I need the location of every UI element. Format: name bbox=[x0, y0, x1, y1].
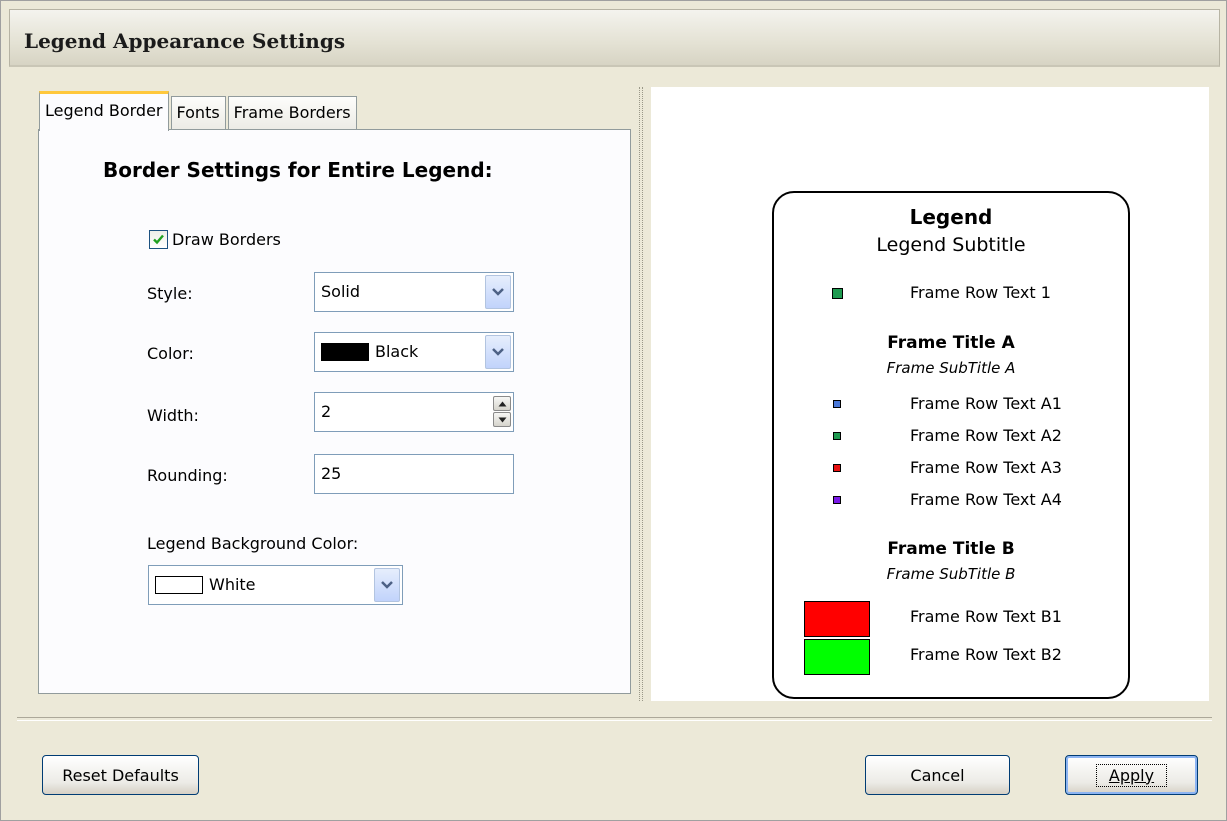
apply-label: Apply bbox=[1095, 763, 1168, 787]
style-dropdown-button[interactable] bbox=[485, 275, 511, 309]
legend-subtitle: Legend Subtitle bbox=[876, 234, 1026, 256]
legend-row-text: Frame Row Text A4 bbox=[910, 490, 1062, 509]
apply-button[interactable]: Apply bbox=[1065, 755, 1198, 795]
legend-title: Legend bbox=[909, 205, 993, 229]
legend-row: Frame Row Text 1 bbox=[774, 281, 1128, 305]
background-color-select[interactable]: White bbox=[148, 565, 403, 605]
color-swatch bbox=[321, 342, 369, 361]
legend-row: Frame Row Text A1 bbox=[774, 392, 1128, 416]
reset-defaults-button[interactable]: Reset Defaults bbox=[42, 755, 199, 795]
style-select[interactable]: Solid bbox=[314, 272, 514, 312]
chevron-down-icon bbox=[492, 348, 504, 356]
tab-legend-border[interactable]: Legend Border bbox=[39, 91, 169, 131]
cancel-button[interactable]: Cancel bbox=[865, 755, 1010, 795]
tab-strip: Legend Border Fonts Frame Borders bbox=[39, 90, 359, 131]
frame-subtitle-b: Frame SubTitle B bbox=[886, 565, 1016, 583]
legend-row: Frame Row Text A3 bbox=[774, 456, 1128, 480]
arrow-down-icon bbox=[498, 417, 506, 422]
width-label: Width: bbox=[147, 406, 199, 425]
frame-title-a: Frame Title A bbox=[887, 333, 1015, 353]
legend-row-text: Frame Row Text A1 bbox=[910, 394, 1062, 413]
color-dropdown-button[interactable] bbox=[485, 335, 511, 369]
style-value: Solid bbox=[321, 282, 360, 301]
reset-defaults-label: Reset Defaults bbox=[62, 765, 179, 785]
legend-row: Frame Row Text B1 bbox=[774, 601, 1128, 637]
style-label: Style: bbox=[147, 284, 193, 303]
frame-title-b: Frame Title B bbox=[887, 539, 1015, 559]
rounding-input[interactable]: 25 bbox=[314, 454, 514, 494]
legend-marker bbox=[833, 464, 841, 472]
legend-marker bbox=[833, 496, 841, 504]
background-value: White bbox=[209, 575, 256, 594]
chevron-down-icon bbox=[492, 288, 504, 296]
width-spinner[interactable]: 2 bbox=[314, 392, 514, 432]
checkmark-icon bbox=[153, 234, 164, 245]
legend-row-text: Frame Row Text B2 bbox=[910, 645, 1062, 664]
legend-marker bbox=[804, 639, 870, 675]
tab-frame-borders[interactable]: Frame Borders bbox=[227, 96, 357, 130]
spin-down-button[interactable] bbox=[493, 412, 511, 427]
background-color-label: Legend Background Color: bbox=[147, 534, 359, 553]
width-value: 2 bbox=[321, 402, 332, 421]
title-bar: Legend Appearance Settings bbox=[9, 9, 1220, 67]
color-label: Color: bbox=[147, 344, 194, 363]
color-value: Black bbox=[375, 342, 419, 361]
legend-settings-dialog: Legend Appearance Settings Legend Border… bbox=[0, 0, 1227, 821]
rounding-label: Rounding: bbox=[147, 466, 228, 485]
legend-row-text: Frame Row Text 1 bbox=[910, 283, 1051, 302]
legend-row-text: Frame Row Text A3 bbox=[910, 458, 1062, 477]
panel-heading: Border Settings for Entire Legend: bbox=[103, 158, 493, 182]
splitter-handle[interactable] bbox=[639, 87, 643, 701]
dialog-title: Legend Appearance Settings bbox=[24, 29, 346, 53]
legend-row: Frame Row Text A4 bbox=[774, 488, 1128, 512]
width-spin-buttons bbox=[493, 396, 511, 428]
arrow-up-icon bbox=[498, 401, 506, 406]
legend-marker bbox=[804, 601, 870, 637]
tab-fonts[interactable]: Fonts bbox=[170, 96, 226, 130]
legend-border-panel: Border Settings for Entire Legend: Draw … bbox=[38, 129, 631, 694]
legend-marker bbox=[832, 288, 843, 299]
rounding-value: 25 bbox=[321, 464, 342, 483]
frame-subtitle-a: Frame SubTitle A bbox=[886, 359, 1016, 377]
legend-preview-box: Legend Legend Subtitle Frame Row Text 1 … bbox=[772, 191, 1130, 699]
legend-row: Frame Row Text A2 bbox=[774, 424, 1128, 448]
draw-borders-checkbox[interactable] bbox=[149, 230, 168, 249]
legend-marker bbox=[833, 400, 841, 408]
spin-up-button[interactable] bbox=[493, 396, 511, 411]
footer-separator bbox=[17, 717, 1212, 721]
cancel-label: Cancel bbox=[910, 765, 965, 785]
chevron-down-icon bbox=[381, 581, 393, 589]
legend-row-text: Frame Row Text A2 bbox=[910, 426, 1062, 445]
legend-row: Frame Row Text B2 bbox=[774, 639, 1128, 675]
legend-preview: Legend Legend Subtitle Frame Row Text 1 … bbox=[651, 87, 1209, 701]
background-dropdown-button[interactable] bbox=[374, 568, 400, 602]
draw-borders-row[interactable]: Draw Borders bbox=[149, 230, 281, 249]
legend-row-text: Frame Row Text B1 bbox=[910, 607, 1062, 626]
color-select[interactable]: Black bbox=[314, 332, 514, 372]
legend-marker bbox=[833, 432, 841, 440]
draw-borders-label: Draw Borders bbox=[172, 230, 281, 249]
background-swatch bbox=[155, 575, 203, 594]
